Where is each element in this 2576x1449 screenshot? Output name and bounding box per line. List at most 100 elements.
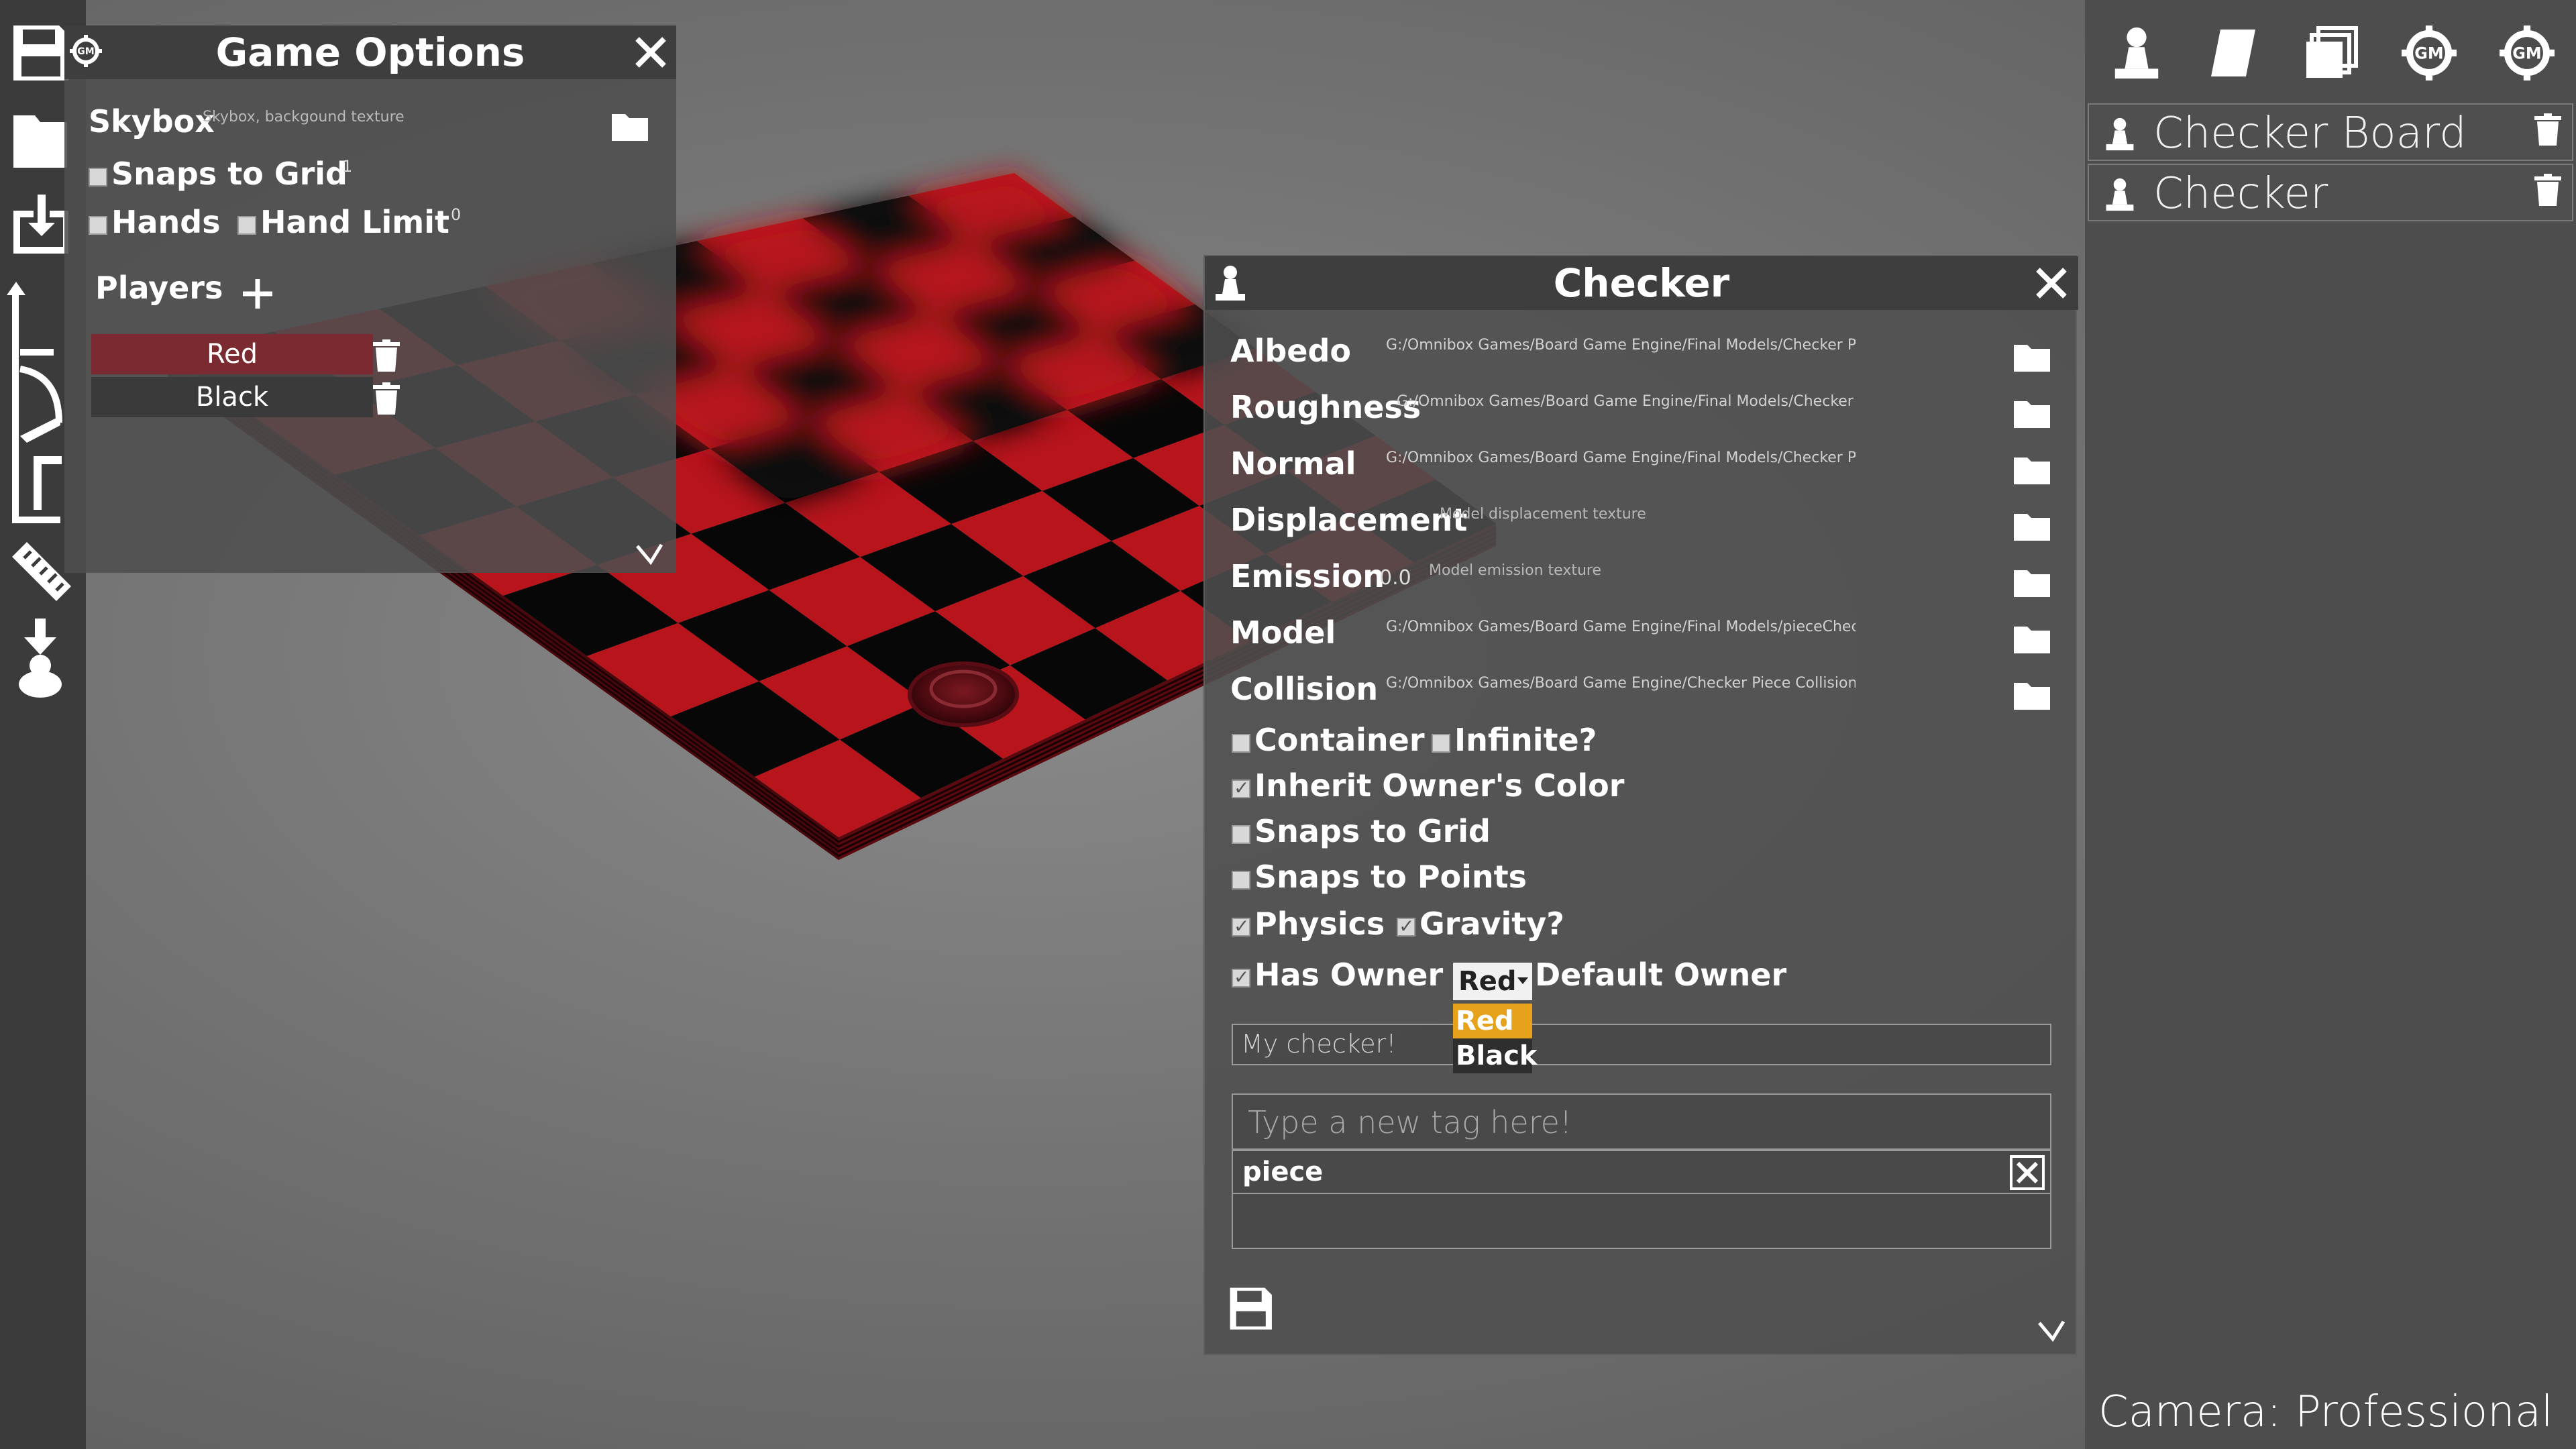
pawn-icon[interactable] [2109,25,2164,80]
model-folder-icon[interactable] [2014,624,2050,653]
game-options-header[interactable]: GM Game Options [64,25,676,79]
checker-panel-title: Checker [1553,260,1730,306]
tag-item: piece [1233,1151,2050,1194]
resize-handle-icon[interactable] [2037,1316,2066,1346]
hand-limit-checkbox[interactable] [237,216,256,235]
description-text: My checker! [1241,1029,1397,1059]
trash-icon[interactable] [2534,173,2561,207]
skybox-placeholder[interactable]: Skybox, backgound texture [203,109,405,125]
players-label: Players [95,270,223,306]
gravity-checkbox[interactable] [1397,915,1415,937]
player-row-red[interactable]: Red [91,334,373,374]
snaps-to-grid-checkbox[interactable] [89,168,107,186]
has-owner-checkbox[interactable] [1232,966,1250,988]
tag-input[interactable]: Type a new tag here! [1232,1093,2051,1150]
checker-panel-header[interactable]: Checker [1205,256,2078,310]
chevron-down-icon [1517,977,1528,984]
pawn-icon [2106,178,2134,211]
tag-name: piece [1242,1157,1324,1187]
infinite-label: Infinite? [1454,722,1597,758]
snaps-to-points-checkbox[interactable] [1232,871,1250,890]
object-name: Checker Board [2153,109,2467,158]
inherit-owner-color-label: Inherit Owner's Color [1254,767,1625,804]
trash-icon[interactable] [2534,113,2561,146]
hands-checkbox[interactable] [89,216,107,235]
close-icon[interactable] [633,35,668,70]
save-icon[interactable] [7,19,74,86]
default-owner-select[interactable]: Red [1453,963,1532,1000]
card-icon[interactable] [2206,25,2261,80]
resize-handle-icon[interactable] [635,539,664,569]
object-row-checker-board[interactable]: Checker Board [2088,103,2573,161]
hand-limit-value[interactable]: 0 [451,205,461,224]
albedo-label: Albedo [1230,333,1352,369]
normal-folder-icon[interactable] [2014,455,2050,484]
roughness-path[interactable]: G:/Omnibox Games/Board Game Engine/Final… [1397,393,1856,410]
transform-icon[interactable] [7,275,74,530]
game-options-title: Game Options [215,30,525,75]
trash-icon[interactable] [373,382,400,415]
spawn-icon[interactable] [7,614,74,698]
add-player-icon[interactable] [240,276,275,311]
game-options-panel: GM Game Options Skybox Skybox, backgound… [64,25,676,573]
emission-placeholder[interactable]: Model emission texture [1429,562,1601,579]
snaps-to-grid-value[interactable]: 1 [342,157,352,176]
displacement-label: Displacement [1230,502,1468,538]
remove-tag-icon[interactable] [2010,1155,2045,1190]
close-icon[interactable] [2034,266,2069,301]
svg-text:GM: GM [2414,44,2443,63]
physics-checkbox[interactable] [1232,915,1250,937]
pawn-icon [2106,117,2134,151]
inherit-owner-color-checkbox[interactable] [1232,777,1250,799]
camera-mode-label[interactable]: Camera: Professional [2098,1387,2553,1437]
collision-label: Collision [1230,671,1379,707]
collision-folder-icon[interactable] [2014,680,2050,710]
snaps-to-grid-label: Snaps to Grid [1254,813,1491,849]
albedo-folder-icon[interactable] [2014,342,2050,372]
model-path[interactable]: G:/Omnibox Games/Board Game Engine/Final… [1386,619,1856,635]
folder-icon[interactable] [7,107,74,174]
gm-settings-icon[interactable]: GM [2500,25,2555,80]
import-icon[interactable] [7,191,74,258]
roughness-label: Roughness [1230,389,1421,425]
container-label: Container [1254,722,1425,758]
normal-label: Normal [1230,445,1356,482]
player-row-black[interactable]: Black [91,377,373,417]
gm-gear-icon[interactable]: GM [2402,25,2457,80]
container-checkbox[interactable] [1232,734,1250,753]
tag-list: piece [1232,1150,2051,1249]
snaps-to-grid-checkbox[interactable] [1232,825,1250,844]
svg-text:GM: GM [2512,44,2541,63]
skybox-folder-icon[interactable] [612,111,648,141]
trash-icon[interactable] [373,339,400,372]
owner-option-black[interactable]: Black [1453,1038,1538,1073]
deck-icon[interactable] [2304,25,2359,80]
snaps-to-points-label: Snaps to Points [1254,859,1527,895]
albedo-path[interactable]: G:/Omnibox Games/Board Game Engine/Final… [1386,337,1856,354]
owner-dropdown-list: Red Black [1453,1004,1538,1073]
displacement-folder-icon[interactable] [2014,511,2050,541]
emission-value[interactable]: 0.0 [1379,566,1411,590]
ruler-icon[interactable] [7,537,74,604]
save-icon[interactable] [1225,1283,1276,1334]
tag-placeholder: Type a new tag here! [1248,1104,1572,1140]
roughness-folder-icon[interactable] [2014,398,2050,428]
normal-path[interactable]: G:/Omnibox Games/Board Game Engine/Final… [1386,449,1856,466]
player-name: Black [195,382,269,413]
default-owner-label: Default Owner [1535,957,1787,993]
emission-folder-icon[interactable] [2014,568,2050,597]
object-row-checker[interactable]: Checker [2088,164,2573,221]
displacement-placeholder[interactable]: Model displacement texture [1440,506,1646,523]
description-input[interactable]: My checker! [1232,1024,2051,1065]
physics-label: Physics [1254,906,1385,942]
owner-option-red[interactable]: Red [1453,1004,1532,1038]
skybox-label: Skybox [89,103,215,140]
has-owner-label: Has Owner [1254,957,1444,993]
hand-limit-label: Hand Limit [260,204,449,240]
right-object-panel: GM GM Checker Board Checker [2085,0,2576,1449]
gravity-label: Gravity? [1419,906,1564,942]
infinite-checkbox[interactable] [1432,734,1450,753]
collision-path[interactable]: G:/Omnibox Games/Board Game Engine/Check… [1386,675,1856,692]
model-label: Model [1230,614,1336,651]
object-name: Checker [2153,169,2328,219]
